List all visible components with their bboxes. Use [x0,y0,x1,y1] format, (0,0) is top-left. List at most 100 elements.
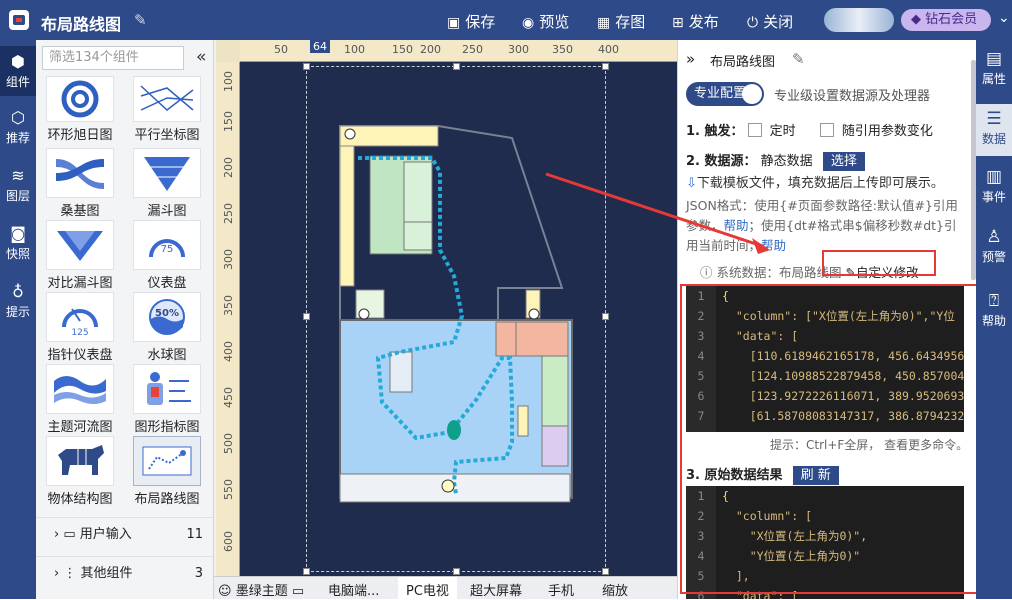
image-icon: ▦ [597,15,611,31]
component-parallel[interactable]: 平行坐标图 [125,76,209,143]
rail-data[interactable]: ☰ 数据 [976,104,1012,156]
themeriver-thumb [46,364,114,414]
ruler-left: 100 150 200 250 300 350 400 450 500 550 … [216,62,240,576]
zoom-control[interactable]: 缩放 [602,580,628,599]
gauge-thumb: 75 [133,220,201,270]
preview-button[interactable]: ◉ 预览 [522,11,569,32]
properties-icon: ▤ [985,49,1003,69]
floor-plan-map [339,125,573,503]
compare-funnel-thumb [46,220,114,270]
figure-indicator-thumb [133,364,201,414]
close-button[interactable]: ⏻ 关闭 [747,11,793,32]
datasource-row: 2. 数据源： 静态数据 选择 [686,150,865,171]
collapse-panel-icon[interactable]: « [196,47,206,67]
device-pc-tv[interactable]: PC电视 [398,577,457,600]
svg-text:75: 75 [161,244,174,255]
rail-tips[interactable]: ♁ 提示 [0,278,36,326]
layers-icon: ≋ [11,166,25,185]
annotation-arrow [545,172,770,254]
component-search-input[interactable]: 筛选134个组件 [42,46,184,70]
save-icon: ▣ [447,15,461,31]
save-image-button[interactable]: ▦ 存图 [597,11,645,32]
more-icon[interactable]: ⌄ [998,10,1010,26]
pointer-gauge-thumb: 125 [46,292,114,342]
app-title: 布局路线图 [41,15,122,34]
rail-help[interactable]: ⍰ 帮助 [976,286,1012,334]
component-themeriver[interactable]: 主题河流图 [38,364,122,435]
select-datasource-button[interactable]: 选择 [822,152,865,171]
component-liquid[interactable]: 50% 水球图 [125,292,209,363]
component-pointer-gauge[interactable]: 125 指针仪表盘 [38,292,122,363]
expand-panel-icon[interactable]: » [686,50,695,68]
component-compare-funnel[interactable]: 对比漏斗图 [38,220,122,291]
save-button[interactable]: ▣ 保存 [447,11,495,32]
palette-icon: ☺ [218,584,232,599]
left-rail: ⬢ 组件 ⬡ 推荐 ≋ 图层 ◙ 快照 ♁ 提示 [0,40,36,599]
database-icon: ☰ [986,109,1002,129]
rail-snapshot[interactable]: ◙ 快照 [0,220,36,268]
component-panel: 筛选134个组件 « 环形旭日图 平行坐标图 桑基图 漏斗图 对比漏斗图 75 … [36,40,214,599]
canvas-bottom-bar: ☺ 墨绿主题 ▭ 电脑端... PC电视 超大屏幕 手机 缩放 [214,576,677,600]
chevron-right-icon: › [54,527,60,542]
panel-title: 布局路线图 [710,55,776,70]
vip-badge[interactable]: ◆ 钻石会员 [901,9,991,31]
rail-alerts[interactable]: ♙ 预警 [976,222,1012,270]
component-object-structure[interactable]: 物体结构图 [38,436,122,507]
sankey-thumb [46,148,114,198]
power-icon: ⏻ [747,15,759,31]
category-other[interactable]: › ⋮ 其他组件 3 [36,556,213,592]
screen-icon: ▭ [291,584,305,599]
design-stage[interactable] [240,62,677,576]
rail-events[interactable]: ▥ 事件 [976,162,1012,210]
ruler-marker: 64 [310,40,330,53]
device-large-screen[interactable]: 超大屏幕 [470,580,522,599]
component-layout-route[interactable]: 布局路线图 [125,436,209,507]
component-sunburst[interactable]: 环形旭日图 [38,76,122,143]
user-avatar[interactable] [824,8,894,32]
ruler-corner [216,40,240,62]
edit-title-icon[interactable]: ✎ [134,11,147,29]
object-structure-thumb [46,436,114,486]
alarm-icon: ♙ [986,227,1002,247]
param-change-checkbox[interactable] [819,123,834,137]
input-icon: ▭ [63,527,76,542]
cube-icon: ⬢ [11,52,25,71]
liquid-thumb: 50% [133,292,201,342]
ai-icon: ⬡ [11,108,25,127]
device-mobile[interactable]: 手机 [548,580,574,599]
rail-properties[interactable]: ▤ 属性 [976,44,1012,92]
pro-config-toggle[interactable]: 专业配置 [686,82,764,106]
device-desktop[interactable]: 电脑端... [328,580,379,599]
rail-layers[interactable]: ≋ 图层 [0,162,36,210]
chevron-right-icon: › [54,566,60,581]
svg-text:50%: 50% [155,308,179,319]
component-gauge[interactable]: 75 仪表盘 [125,220,209,291]
theme-selector[interactable]: ☺ 墨绿主题 ▭ [218,580,304,599]
timer-checkbox[interactable] [747,123,762,137]
publish-button[interactable]: ⊞ 发布 [672,11,719,32]
category-user-input[interactable]: › ▭ 用户输入 11 [36,517,213,553]
svg-text:125: 125 [71,328,88,337]
publish-icon: ⊞ [672,15,684,31]
sunburst-thumb [46,76,114,122]
parallel-thumb [133,76,201,122]
preview-icon: ◉ [522,15,535,31]
app-logo-icon [9,10,29,30]
diamond-icon: ◆ [911,12,926,27]
camera-icon: ◙ [10,224,26,243]
component-funnel[interactable]: 漏斗图 [125,148,209,219]
rail-components[interactable]: ⬢ 组件 [0,46,36,96]
rail-recommend[interactable]: ⬡ 推荐 [0,104,36,152]
help-icon: ⍰ [988,291,1000,311]
component-figure-indicator[interactable]: 图形指标图 [125,364,209,435]
component-sankey[interactable]: 桑基图 [38,148,122,219]
info-icon: ⓘ [700,265,717,280]
trigger-row: 1. 触发： 定时 随引用参数变化 [686,123,933,139]
highlight-box [680,284,980,594]
edit-name-icon[interactable]: ✎ [792,50,805,68]
event-icon: ▥ [985,167,1003,187]
layout-route-thumb [133,436,201,486]
top-bar: 布局路线图 ✎ ▣ 保存 ◉ 预览 ▦ 存图 ⊞ 发布 ⏻ 关闭 ◆ 钻石会员 ⌄ [0,0,1012,40]
funnel-thumb [133,148,201,198]
ruler-top: 50 64 100 150 200 250 300 350 400 [240,40,677,62]
